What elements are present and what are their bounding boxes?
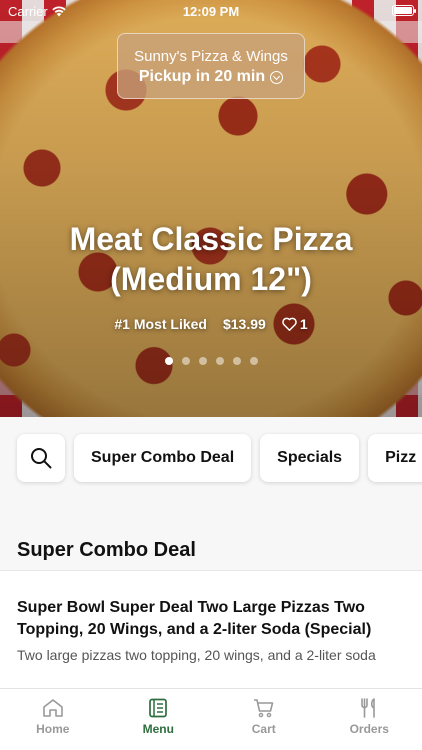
category-chip-super-combo[interactable]: Super Combo Deal <box>74 434 252 482</box>
featured-title-line2: (Medium 12") <box>110 261 312 297</box>
carousel-dot[interactable] <box>232 357 241 365</box>
rank-label: #1 Most Liked <box>114 316 207 332</box>
like-count: 1 <box>299 316 308 332</box>
featured-item-title: Meat Classic Pizza (Medium 12") <box>0 219 422 299</box>
tab-orders[interactable]: Orders <box>317 689 422 750</box>
tab-cart-label: Cart <box>251 722 276 736</box>
status-bar: Carrier 12:09 PM <box>0 0 422 22</box>
tab-home-label: Home <box>36 722 70 736</box>
tab-menu-label: Menu <box>142 722 174 736</box>
pickup-time: Pickup in 20 min <box>118 68 304 86</box>
carousel-dot[interactable] <box>181 357 190 365</box>
featured-title-line1: Meat Classic Pizza <box>69 221 353 257</box>
carousel-dot[interactable] <box>198 357 207 365</box>
carousel-dot[interactable] <box>215 357 224 365</box>
store-name: Sunny's Pizza & Wings <box>134 48 288 65</box>
category-chip-pizza[interactable]: Pizz <box>368 434 422 482</box>
search-icon <box>31 448 52 469</box>
cart-icon <box>253 699 274 718</box>
menu-icon <box>149 698 168 718</box>
category-bar: Super Combo Deal Specials Pizz <box>0 417 422 499</box>
tab-cart[interactable]: Cart <box>211 689 317 750</box>
featured-item-meta: #1 Most Liked $13.99 1 <box>0 316 422 332</box>
heart-icon <box>282 317 297 331</box>
search-button[interactable] <box>17 434 65 482</box>
battery-icon <box>392 5 416 16</box>
section-title: Super Combo Deal <box>17 539 196 561</box>
tab-bar: Home Menu Cart Orders <box>0 688 422 750</box>
like-button[interactable]: 1 <box>282 316 308 332</box>
chevron-down-icon <box>270 70 284 84</box>
menu-item-name: Super Bowl Super Deal Two Large Pizzas T… <box>17 599 372 638</box>
menu-item-description: Two large pizzas two topping, 20 wings, … <box>17 647 376 663</box>
tab-orders-label: Orders <box>349 722 389 736</box>
pickup-label: Pickup in 20 min <box>138 68 266 85</box>
tab-home[interactable]: Home <box>0 689 106 750</box>
carousel-dot[interactable] <box>249 357 258 365</box>
utensils-icon <box>361 698 376 718</box>
tab-menu[interactable]: Menu <box>106 689 212 750</box>
home-icon <box>42 699 63 717</box>
price-label: $13.99 <box>222 316 266 332</box>
category-chip-specials[interactable]: Specials <box>260 434 360 482</box>
hero-banner[interactable]: Carrier 12:09 PM Sunny's Pizza & Wings P… <box>0 0 422 417</box>
store-selector[interactable]: Sunny's Pizza & Wings Pickup in 20 min <box>117 33 305 99</box>
clock: 12:09 PM <box>182 4 240 19</box>
carousel-dots[interactable] <box>0 357 422 365</box>
carousel-dot[interactable] <box>164 357 173 365</box>
menu-item[interactable]: Super Bowl Super Deal Two Large Pizzas T… <box>0 570 422 688</box>
